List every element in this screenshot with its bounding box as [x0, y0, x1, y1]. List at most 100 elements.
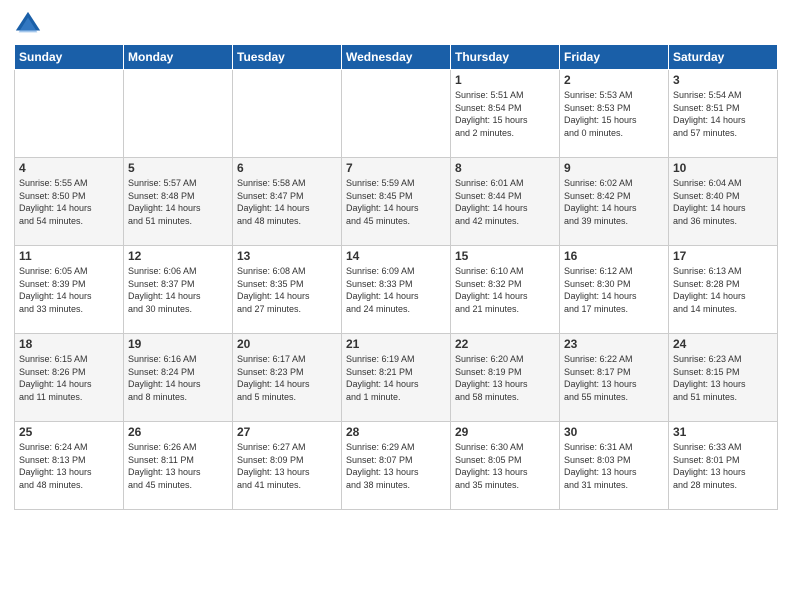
day-cell: 19Sunrise: 6:16 AM Sunset: 8:24 PM Dayli… [124, 334, 233, 422]
week-row-1: 4 Sunrise: 5:55 AM Sunset: 8:50 PM Daylig… [15, 158, 778, 246]
day-info: Sunrise: 6:16 AM Sunset: 8:24 PM Dayligh… [128, 353, 228, 403]
day-number: 7 [346, 161, 446, 175]
day-cell: 17 Sunrise: 6:13 AM Sunset: 8:28 PM Dayli… [669, 246, 778, 334]
day-cell: 16 Sunrise: 6:12 AM Sunset: 8:30 PM Dayli… [560, 246, 669, 334]
day-cell: 29 Sunrise: 6:30 AM Sunset: 8:05 PM Dayli… [451, 422, 560, 510]
day-info: Sunrise: 5:51 AM Sunset: 8:54 PM Dayligh… [455, 89, 555, 139]
day-header-monday: Monday [124, 45, 233, 70]
header-row: SundayMondayTuesdayWednesdayThursdayFrid… [15, 45, 778, 70]
day-cell: 6 Sunrise: 5:58 AM Sunset: 8:47 PM Daylig… [233, 158, 342, 246]
day-number: 28 [346, 425, 446, 439]
header [14, 10, 778, 38]
day-info: Sunrise: 6:19 AM Sunset: 8:21 PM Dayligh… [346, 353, 446, 403]
day-number: 6 [237, 161, 337, 175]
page: SundayMondayTuesdayWednesdayThursdayFrid… [0, 0, 792, 612]
week-row-3: 18 Sunrise: 6:15 AM Sunset: 8:26 PM Dayli… [15, 334, 778, 422]
day-info: Sunrise: 5:55 AM Sunset: 8:50 PM Dayligh… [19, 177, 119, 227]
day-info: Sunrise: 5:58 AM Sunset: 8:47 PM Dayligh… [237, 177, 337, 227]
day-info: Sunrise: 6:24 AM Sunset: 8:13 PM Dayligh… [19, 441, 119, 491]
day-cell: 7 Sunrise: 5:59 AM Sunset: 8:45 PM Daylig… [342, 158, 451, 246]
logo [14, 10, 46, 38]
day-header-saturday: Saturday [669, 45, 778, 70]
day-info: Sunrise: 6:02 AM Sunset: 8:42 PM Dayligh… [564, 177, 664, 227]
day-cell: 18 Sunrise: 6:15 AM Sunset: 8:26 PM Dayli… [15, 334, 124, 422]
day-cell: 15 Sunrise: 6:10 AM Sunset: 8:32 PM Dayli… [451, 246, 560, 334]
day-info: Sunrise: 6:26 AM Sunset: 8:11 PM Dayligh… [128, 441, 228, 491]
day-cell: 24 Sunrise: 6:23 AM Sunset: 8:15 PM Dayli… [669, 334, 778, 422]
day-number: 15 [455, 249, 555, 263]
day-info: Sunrise: 6:17 AM Sunset: 8:23 PM Dayligh… [237, 353, 337, 403]
day-number: 12 [128, 249, 228, 263]
day-number: 16 [564, 249, 664, 263]
day-cell: 10Sunrise: 6:04 AM Sunset: 8:40 PM Dayli… [669, 158, 778, 246]
day-info: Sunrise: 6:22 AM Sunset: 8:17 PM Dayligh… [564, 353, 664, 403]
day-info: Sunrise: 6:15 AM Sunset: 8:26 PM Dayligh… [19, 353, 119, 403]
day-number: 27 [237, 425, 337, 439]
day-number: 21 [346, 337, 446, 351]
day-number: 24 [673, 337, 773, 351]
day-cell: 11Sunrise: 6:05 AM Sunset: 8:39 PM Dayli… [15, 246, 124, 334]
day-number: 11 [19, 249, 119, 263]
day-info: Sunrise: 5:57 AM Sunset: 8:48 PM Dayligh… [128, 177, 228, 227]
day-cell: 9 Sunrise: 6:02 AM Sunset: 8:42 PM Daylig… [560, 158, 669, 246]
day-cell: 8 Sunrise: 6:01 AM Sunset: 8:44 PM Daylig… [451, 158, 560, 246]
day-number: 8 [455, 161, 555, 175]
day-number: 5 [128, 161, 228, 175]
calendar: SundayMondayTuesdayWednesdayThursdayFrid… [14, 44, 778, 510]
day-cell: 22 Sunrise: 6:20 AM Sunset: 8:19 PM Dayli… [451, 334, 560, 422]
day-cell: 27Sunrise: 6:27 AM Sunset: 8:09 PM Dayli… [233, 422, 342, 510]
day-cell: 30 Sunrise: 6:31 AM Sunset: 8:03 PM Dayli… [560, 422, 669, 510]
day-cell: 14 Sunrise: 6:09 AM Sunset: 8:33 PM Dayli… [342, 246, 451, 334]
day-info: Sunrise: 6:20 AM Sunset: 8:19 PM Dayligh… [455, 353, 555, 403]
day-header-tuesday: Tuesday [233, 45, 342, 70]
day-cell: 2 Sunrise: 5:53 AM Sunset: 8:53 PM Daylig… [560, 70, 669, 158]
day-number: 18 [19, 337, 119, 351]
day-cell: 23 Sunrise: 6:22 AM Sunset: 8:17 PM Dayli… [560, 334, 669, 422]
day-info: Sunrise: 6:31 AM Sunset: 8:03 PM Dayligh… [564, 441, 664, 491]
day-cell: 31Sunrise: 6:33 AM Sunset: 8:01 PM Dayli… [669, 422, 778, 510]
day-cell: 4 Sunrise: 5:55 AM Sunset: 8:50 PM Daylig… [15, 158, 124, 246]
day-cell: 5 Sunrise: 5:57 AM Sunset: 8:48 PM Daylig… [124, 158, 233, 246]
day-number: 1 [455, 73, 555, 87]
day-number: 9 [564, 161, 664, 175]
day-number: 20 [237, 337, 337, 351]
day-info: Sunrise: 6:23 AM Sunset: 8:15 PM Dayligh… [673, 353, 773, 403]
day-number: 14 [346, 249, 446, 263]
day-number: 3 [673, 73, 773, 87]
day-number: 17 [673, 249, 773, 263]
day-info: Sunrise: 5:59 AM Sunset: 8:45 PM Dayligh… [346, 177, 446, 227]
day-number: 30 [564, 425, 664, 439]
day-number: 31 [673, 425, 773, 439]
day-info: Sunrise: 6:01 AM Sunset: 8:44 PM Dayligh… [455, 177, 555, 227]
day-cell: 3Sunrise: 5:54 AM Sunset: 8:51 PM Daylig… [669, 70, 778, 158]
day-number: 22 [455, 337, 555, 351]
day-number: 23 [564, 337, 664, 351]
day-number: 26 [128, 425, 228, 439]
week-row-0: 1 Sunrise: 5:51 AM Sunset: 8:54 PM Daylig… [15, 70, 778, 158]
day-info: Sunrise: 6:29 AM Sunset: 8:07 PM Dayligh… [346, 441, 446, 491]
day-info: Sunrise: 6:30 AM Sunset: 8:05 PM Dayligh… [455, 441, 555, 491]
day-number: 4 [19, 161, 119, 175]
week-row-4: 25 Sunrise: 6:24 AM Sunset: 8:13 PM Dayli… [15, 422, 778, 510]
day-number: 2 [564, 73, 664, 87]
day-cell [233, 70, 342, 158]
day-number: 10 [673, 161, 773, 175]
day-number: 13 [237, 249, 337, 263]
logo-icon [14, 10, 42, 38]
day-info: Sunrise: 6:10 AM Sunset: 8:32 PM Dayligh… [455, 265, 555, 315]
day-cell: 28 Sunrise: 6:29 AM Sunset: 8:07 PM Dayli… [342, 422, 451, 510]
day-cell: 20 Sunrise: 6:17 AM Sunset: 8:23 PM Dayli… [233, 334, 342, 422]
day-number: 29 [455, 425, 555, 439]
day-number: 25 [19, 425, 119, 439]
day-header-wednesday: Wednesday [342, 45, 451, 70]
day-info: Sunrise: 6:09 AM Sunset: 8:33 PM Dayligh… [346, 265, 446, 315]
week-row-2: 11Sunrise: 6:05 AM Sunset: 8:39 PM Dayli… [15, 246, 778, 334]
day-info: Sunrise: 5:53 AM Sunset: 8:53 PM Dayligh… [564, 89, 664, 139]
day-cell: 26 Sunrise: 6:26 AM Sunset: 8:11 PM Dayli… [124, 422, 233, 510]
day-info: Sunrise: 6:12 AM Sunset: 8:30 PM Dayligh… [564, 265, 664, 315]
day-cell: 21 Sunrise: 6:19 AM Sunset: 8:21 PM Dayli… [342, 334, 451, 422]
day-cell: 12Sunrise: 6:06 AM Sunset: 8:37 PM Dayli… [124, 246, 233, 334]
day-cell: 1 Sunrise: 5:51 AM Sunset: 8:54 PM Daylig… [451, 70, 560, 158]
day-info: Sunrise: 6:13 AM Sunset: 8:28 PM Dayligh… [673, 265, 773, 315]
day-header-thursday: Thursday [451, 45, 560, 70]
